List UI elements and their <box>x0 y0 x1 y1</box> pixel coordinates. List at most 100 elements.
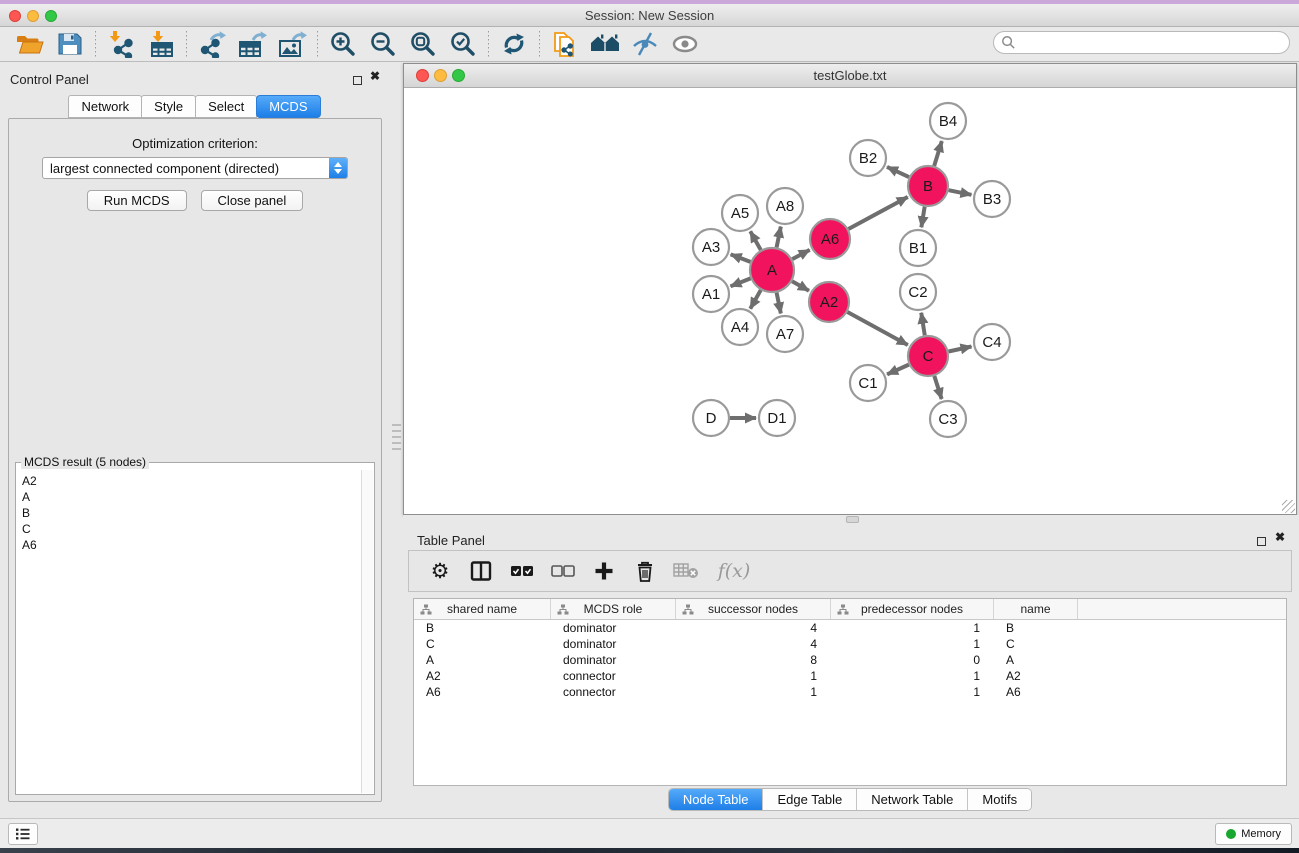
resize-grip[interactable] <box>1282 500 1295 513</box>
edge-A-A3[interactable] <box>731 254 751 261</box>
function-builder-button[interactable]: f(x) <box>712 556 756 586</box>
tab-motifs[interactable]: Motifs <box>968 789 1031 810</box>
export-network-button[interactable] <box>192 29 232 60</box>
cell-name: A6 <box>994 685 1078 699</box>
export-image-button[interactable] <box>272 29 312 60</box>
save-session-button[interactable] <box>50 29 90 60</box>
eye-slash-icon <box>631 30 659 58</box>
float-panel-icon[interactable] <box>1257 533 1266 551</box>
edge-A-A2[interactable] <box>792 281 809 290</box>
network-canvas[interactable]: AA1A2A3A4A5A6A7A8BB1B2B3B4CC1C2C3C4DD1 <box>404 88 1296 514</box>
table-row[interactable]: Bdominator41B <box>414 620 1286 636</box>
zoom-out-button[interactable] <box>363 29 403 60</box>
zoom-window-button[interactable] <box>45 9 57 27</box>
mcds-result-item[interactable]: B <box>22 505 356 521</box>
vertical-splitter[interactable] <box>390 62 403 818</box>
memory-button[interactable]: Memory <box>1215 823 1292 845</box>
add-column-button[interactable] <box>589 556 619 586</box>
mcds-result-item[interactable]: A <box>22 489 356 505</box>
mcds-result-scrollbar[interactable] <box>361 470 373 793</box>
float-panel-icon[interactable] <box>353 72 362 90</box>
column-header-name[interactable]: name <box>994 599 1078 619</box>
minimize-network-button[interactable] <box>434 69 447 87</box>
column-header-MCDS-role[interactable]: MCDS role <box>551 599 676 619</box>
search-input[interactable] <box>1016 33 1289 52</box>
import-network-icon <box>107 30 135 58</box>
import-network-button[interactable] <box>101 29 141 60</box>
edge-C-C1[interactable] <box>887 365 909 375</box>
split-view-button[interactable] <box>466 556 496 586</box>
select-all-button[interactable] <box>507 556 537 586</box>
edge-A-A7[interactable] <box>777 293 781 314</box>
run-mcds-button[interactable]: Run MCDS <box>87 190 187 211</box>
task-history-button[interactable] <box>8 823 38 845</box>
import-table-button[interactable] <box>141 29 181 60</box>
delete-table-button[interactable] <box>671 556 701 586</box>
tab-node-table[interactable]: Node Table <box>669 789 764 810</box>
zoom-network-button[interactable] <box>452 69 465 87</box>
optimization-criterion-select[interactable]: largest connected component (directed) <box>42 157 348 179</box>
network-from-file-button[interactable] <box>545 29 585 60</box>
edge-B-B2[interactable] <box>887 167 909 177</box>
close-panel-icon[interactable]: ✖ <box>370 69 380 83</box>
table-row[interactable]: A6connector11A6 <box>414 684 1286 700</box>
tab-style[interactable]: Style <box>141 95 196 118</box>
close-window-button[interactable] <box>9 9 21 27</box>
table-row[interactable]: Cdominator41C <box>414 636 1286 652</box>
close-panel-icon[interactable]: ✖ <box>1275 530 1285 544</box>
horizontal-splitter[interactable] <box>403 515 1299 524</box>
network-window-titlebar[interactable]: testGlobe.txt <box>404 64 1296 88</box>
node-label-B2: B2 <box>859 150 877 167</box>
edge-A-A4[interactable] <box>750 290 760 309</box>
edge-A-A5[interactable] <box>750 231 760 250</box>
table-row[interactable]: A2connector11A2 <box>414 668 1286 684</box>
column-header-shared-name[interactable]: shared name <box>414 599 551 619</box>
close-network-button[interactable] <box>416 69 429 87</box>
hide-button[interactable] <box>625 29 665 60</box>
node-label-B1: B1 <box>909 240 927 257</box>
mcds-result-item[interactable]: A6 <box>22 537 356 553</box>
mcds-result-item[interactable]: C <box>22 521 356 537</box>
edge-A6-B[interactable] <box>848 197 907 229</box>
edge-A-A8[interactable] <box>777 227 781 248</box>
close-panel-button[interactable]: Close panel <box>201 190 304 211</box>
minimize-window-button[interactable] <box>27 9 39 27</box>
table-row[interactable]: Adominator80A <box>414 652 1286 668</box>
tab-network-table[interactable]: Network Table <box>857 789 968 810</box>
zoom-in-button[interactable] <box>323 29 363 60</box>
search-field[interactable] <box>993 31 1290 54</box>
open-session-button[interactable] <box>10 29 50 60</box>
edge-B-B3[interactable] <box>949 190 972 195</box>
node-label-A1: A1 <box>702 286 720 303</box>
node-label-A: A <box>767 262 777 279</box>
tab-select[interactable]: Select <box>195 95 257 118</box>
refresh-button[interactable] <box>494 29 534 60</box>
edge-B-B1[interactable] <box>921 207 924 228</box>
edge-C-C4[interactable] <box>949 346 972 351</box>
edge-A-A1[interactable] <box>731 278 751 286</box>
export-table-button[interactable] <box>232 29 272 60</box>
column-header-predecessor-nodes[interactable]: predecessor nodes <box>831 599 994 619</box>
tab-network[interactable]: Network <box>68 95 142 118</box>
table-panel-title: Table Panel <box>417 532 485 550</box>
deselect-all-button[interactable] <box>548 556 578 586</box>
network-graph[interactable]: AA1A2A3A4A5A6A7A8BB1B2B3B4CC1C2C3C4DD1 <box>404 88 1296 514</box>
cell-name: A <box>994 653 1078 667</box>
node-table[interactable]: shared nameMCDS rolesuccessor nodesprede… <box>413 598 1287 786</box>
zoom-selected-button[interactable] <box>443 29 483 60</box>
table-settings-button[interactable]: ⚙ <box>425 556 455 586</box>
edge-C-C3[interactable] <box>934 376 941 399</box>
show-button[interactable] <box>665 29 705 60</box>
edge-C-C2[interactable] <box>921 313 925 336</box>
delete-button[interactable] <box>630 556 660 586</box>
tab-edge-table[interactable]: Edge Table <box>763 789 857 810</box>
column-header-successor-nodes[interactable]: successor nodes <box>676 599 831 619</box>
edge-A2-C[interactable] <box>847 312 907 345</box>
edge-B-B4[interactable] <box>934 141 942 166</box>
zoom-fit-button[interactable] <box>403 29 443 60</box>
edge-A-A6[interactable] <box>792 250 809 259</box>
houses-button[interactable] <box>585 29 625 60</box>
mcds-result-list[interactable]: A2ABCA6 <box>17 471 361 793</box>
mcds-result-item[interactable]: A2 <box>22 473 356 489</box>
tab-mcds[interactable]: MCDS <box>256 95 320 118</box>
